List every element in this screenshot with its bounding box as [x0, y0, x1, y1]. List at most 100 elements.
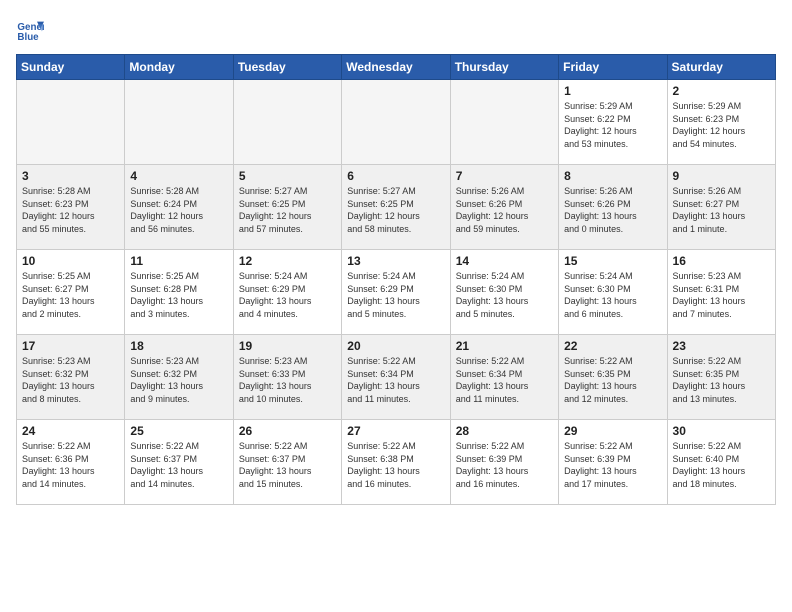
week-row-2: 3 Sunrise: 5:28 AM Sunset: 6:23 PM Daylig…: [17, 165, 776, 250]
day-cell: 19 Sunrise: 5:23 AM Sunset: 6:33 PM Dayli…: [233, 335, 341, 420]
col-header-sunday: Sunday: [17, 55, 125, 80]
day-number: 3: [22, 169, 119, 183]
day-number: 30: [673, 424, 770, 438]
day-number: 24: [22, 424, 119, 438]
day-number: 23: [673, 339, 770, 353]
day-number: 4: [130, 169, 227, 183]
day-info: Sunrise: 5:22 AM Sunset: 6:37 PM Dayligh…: [130, 440, 227, 490]
day-cell: 20Sunrise: 5:22 AM Sunset: 6:34 PM Dayli…: [342, 335, 450, 420]
day-number: 8: [564, 169, 661, 183]
day-cell: 12 Sunrise: 5:24 AM Sunset: 6:29 PM Dayli…: [233, 250, 341, 335]
day-cell: 16 Sunrise: 5:23 AM Sunset: 6:31 PM Dayli…: [667, 250, 775, 335]
day-info: Sunrise: 5:22 AM Sunset: 6:36 PM Dayligh…: [22, 440, 119, 490]
day-info: Sunrise: 5:22 AM Sunset: 6:37 PM Dayligh…: [239, 440, 336, 490]
calendar-table: SundayMondayTuesdayWednesdayThursdayFrid…: [16, 54, 776, 505]
day-info: Sunrise: 5:28 AM Sunset: 6:23 PM Dayligh…: [22, 185, 119, 235]
day-cell: 27 Sunrise: 5:22 AM Sunset: 6:38 PM Dayli…: [342, 420, 450, 505]
day-info: Sunrise: 5:22 AM Sunset: 6:38 PM Dayligh…: [347, 440, 444, 490]
day-cell: 2 Sunrise: 5:29 AM Sunset: 6:23 PM Daylig…: [667, 80, 775, 165]
day-info: Sunrise: 5:25 AM Sunset: 6:28 PM Dayligh…: [130, 270, 227, 320]
day-info: Sunrise: 5:24 AM Sunset: 6:29 PM Dayligh…: [239, 270, 336, 320]
day-info: Sunrise: 5:22 AM Sunset: 6:34 PM Dayligh…: [347, 355, 444, 405]
day-cell: 4 Sunrise: 5:28 AM Sunset: 6:24 PM Daylig…: [125, 165, 233, 250]
col-header-thursday: Thursday: [450, 55, 558, 80]
day-cell: [125, 80, 233, 165]
col-header-wednesday: Wednesday: [342, 55, 450, 80]
day-cell: 13 Sunrise: 5:24 AM Sunset: 6:29 PM Dayli…: [342, 250, 450, 335]
day-cell: 3 Sunrise: 5:28 AM Sunset: 6:23 PM Daylig…: [17, 165, 125, 250]
week-row-4: 17Sunrise: 5:23 AM Sunset: 6:32 PM Dayli…: [17, 335, 776, 420]
day-number: 13: [347, 254, 444, 268]
day-number: 27: [347, 424, 444, 438]
day-number: 6: [347, 169, 444, 183]
col-header-monday: Monday: [125, 55, 233, 80]
day-info: Sunrise: 5:22 AM Sunset: 6:34 PM Dayligh…: [456, 355, 553, 405]
day-cell: [233, 80, 341, 165]
day-number: 1: [564, 84, 661, 98]
day-cell: 22 Sunrise: 5:22 AM Sunset: 6:35 PM Dayli…: [559, 335, 667, 420]
day-info: Sunrise: 5:26 AM Sunset: 6:26 PM Dayligh…: [456, 185, 553, 235]
day-cell: 14 Sunrise: 5:24 AM Sunset: 6:30 PM Dayli…: [450, 250, 558, 335]
day-number: 11: [130, 254, 227, 268]
day-info: Sunrise: 5:24 AM Sunset: 6:30 PM Dayligh…: [456, 270, 553, 320]
day-info: Sunrise: 5:24 AM Sunset: 6:30 PM Dayligh…: [564, 270, 661, 320]
day-number: 19: [239, 339, 336, 353]
day-number: 9: [673, 169, 770, 183]
day-cell: 28 Sunrise: 5:22 AM Sunset: 6:39 PM Dayli…: [450, 420, 558, 505]
day-cell: 23 Sunrise: 5:22 AM Sunset: 6:35 PM Dayli…: [667, 335, 775, 420]
week-row-5: 24 Sunrise: 5:22 AM Sunset: 6:36 PM Dayli…: [17, 420, 776, 505]
day-number: 10: [22, 254, 119, 268]
day-info: Sunrise: 5:29 AM Sunset: 6:23 PM Dayligh…: [673, 100, 770, 150]
day-info: Sunrise: 5:23 AM Sunset: 6:31 PM Dayligh…: [673, 270, 770, 320]
day-cell: 10 Sunrise: 5:25 AM Sunset: 6:27 PM Dayli…: [17, 250, 125, 335]
calendar-header-row: SundayMondayTuesdayWednesdayThursdayFrid…: [17, 55, 776, 80]
day-info: Sunrise: 5:23 AM Sunset: 6:33 PM Dayligh…: [239, 355, 336, 405]
week-row-1: 1Sunrise: 5:29 AM Sunset: 6:22 PM Daylig…: [17, 80, 776, 165]
svg-text:Blue: Blue: [17, 32, 39, 43]
day-info: Sunrise: 5:24 AM Sunset: 6:29 PM Dayligh…: [347, 270, 444, 320]
day-info: Sunrise: 5:23 AM Sunset: 6:32 PM Dayligh…: [22, 355, 119, 405]
day-cell: 26 Sunrise: 5:22 AM Sunset: 6:37 PM Dayli…: [233, 420, 341, 505]
day-info: Sunrise: 5:27 AM Sunset: 6:25 PM Dayligh…: [347, 185, 444, 235]
day-number: 22: [564, 339, 661, 353]
day-cell: 15 Sunrise: 5:24 AM Sunset: 6:30 PM Dayli…: [559, 250, 667, 335]
day-cell: [17, 80, 125, 165]
day-cell: 18 Sunrise: 5:23 AM Sunset: 6:32 PM Dayli…: [125, 335, 233, 420]
day-cell: 6 Sunrise: 5:27 AM Sunset: 6:25 PM Daylig…: [342, 165, 450, 250]
day-info: Sunrise: 5:25 AM Sunset: 6:27 PM Dayligh…: [22, 270, 119, 320]
day-cell: 8Sunrise: 5:26 AM Sunset: 6:26 PM Daylig…: [559, 165, 667, 250]
day-cell: 24 Sunrise: 5:22 AM Sunset: 6:36 PM Dayli…: [17, 420, 125, 505]
day-cell: 9 Sunrise: 5:26 AM Sunset: 6:27 PM Daylig…: [667, 165, 775, 250]
day-number: 15: [564, 254, 661, 268]
day-cell: 11 Sunrise: 5:25 AM Sunset: 6:28 PM Dayli…: [125, 250, 233, 335]
day-number: 14: [456, 254, 553, 268]
logo: General Blue: [16, 16, 48, 44]
day-number: 2: [673, 84, 770, 98]
day-info: Sunrise: 5:27 AM Sunset: 6:25 PM Dayligh…: [239, 185, 336, 235]
day-cell: 25 Sunrise: 5:22 AM Sunset: 6:37 PM Dayli…: [125, 420, 233, 505]
day-number: 16: [673, 254, 770, 268]
day-info: Sunrise: 5:22 AM Sunset: 6:35 PM Dayligh…: [564, 355, 661, 405]
day-number: 18: [130, 339, 227, 353]
day-cell: 1Sunrise: 5:29 AM Sunset: 6:22 PM Daylig…: [559, 80, 667, 165]
col-header-saturday: Saturday: [667, 55, 775, 80]
day-cell: 29 Sunrise: 5:22 AM Sunset: 6:39 PM Dayli…: [559, 420, 667, 505]
col-header-friday: Friday: [559, 55, 667, 80]
day-number: 29: [564, 424, 661, 438]
day-info: Sunrise: 5:26 AM Sunset: 6:27 PM Dayligh…: [673, 185, 770, 235]
day-number: 5: [239, 169, 336, 183]
day-number: 25: [130, 424, 227, 438]
day-cell: [450, 80, 558, 165]
day-number: 26: [239, 424, 336, 438]
day-info: Sunrise: 5:22 AM Sunset: 6:39 PM Dayligh…: [456, 440, 553, 490]
week-row-3: 10 Sunrise: 5:25 AM Sunset: 6:27 PM Dayli…: [17, 250, 776, 335]
page-header: General Blue: [16, 16, 776, 44]
day-number: 28: [456, 424, 553, 438]
day-info: Sunrise: 5:22 AM Sunset: 6:35 PM Dayligh…: [673, 355, 770, 405]
day-info: Sunrise: 5:22 AM Sunset: 6:40 PM Dayligh…: [673, 440, 770, 490]
day-info: Sunrise: 5:28 AM Sunset: 6:24 PM Dayligh…: [130, 185, 227, 235]
day-info: Sunrise: 5:23 AM Sunset: 6:32 PM Dayligh…: [130, 355, 227, 405]
col-header-tuesday: Tuesday: [233, 55, 341, 80]
day-number: 12: [239, 254, 336, 268]
day-info: Sunrise: 5:22 AM Sunset: 6:39 PM Dayligh…: [564, 440, 661, 490]
